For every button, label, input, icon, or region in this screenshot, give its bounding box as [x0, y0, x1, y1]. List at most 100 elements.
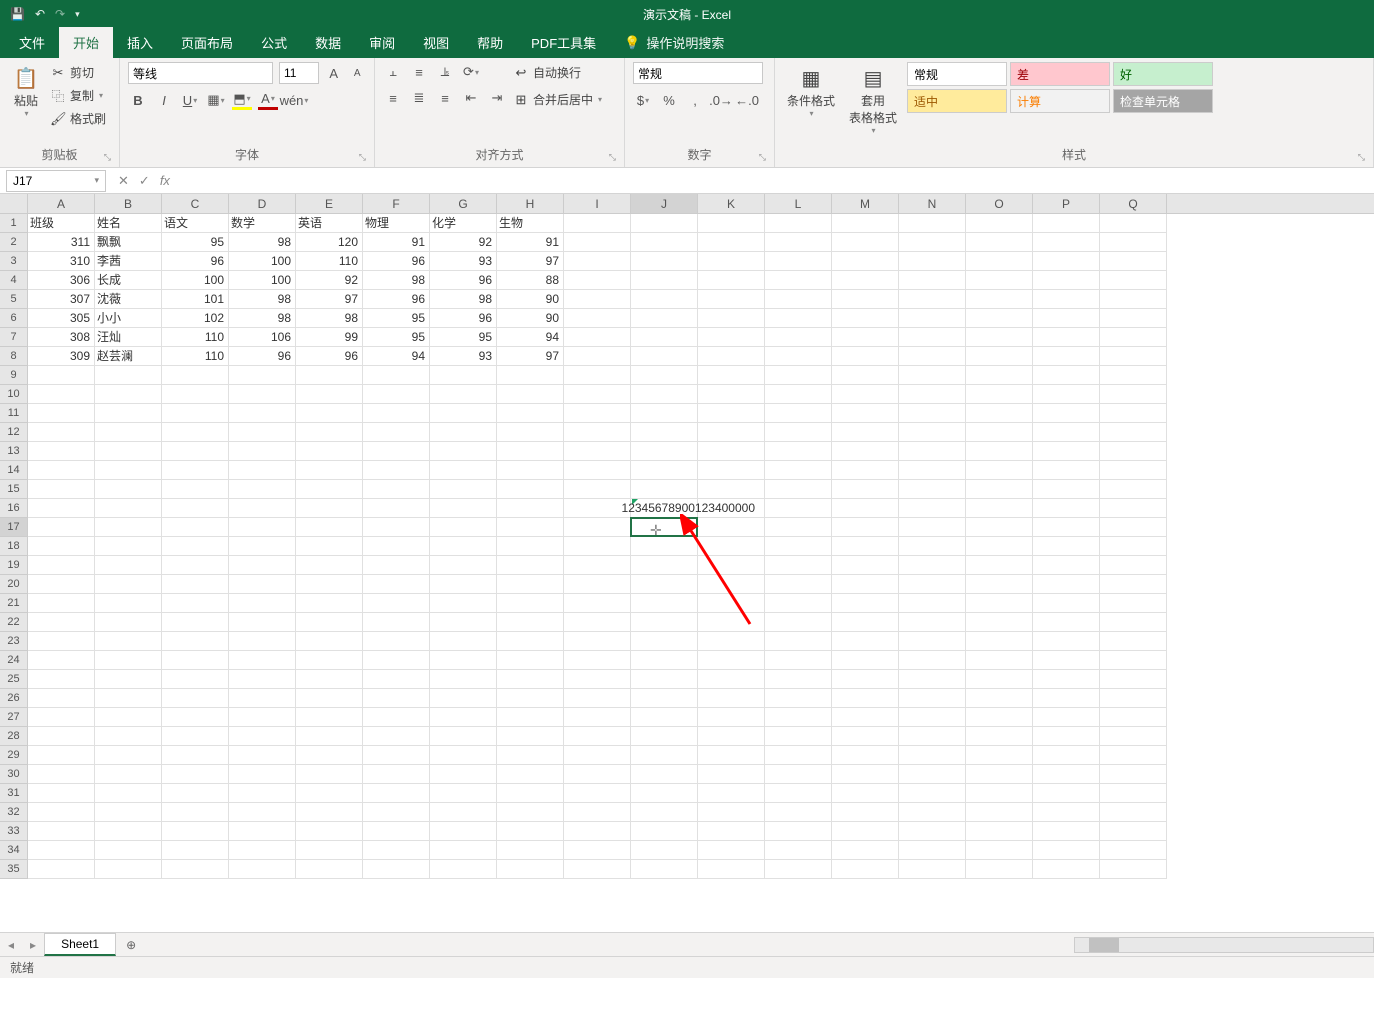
cell[interactable] — [95, 822, 162, 841]
cell[interactable] — [966, 651, 1033, 670]
cell[interactable] — [698, 689, 765, 708]
cell[interactable] — [899, 556, 966, 575]
cell[interactable] — [162, 366, 229, 385]
cell[interactable] — [966, 575, 1033, 594]
cell[interactable] — [296, 537, 363, 556]
cell[interactable]: 309 — [28, 347, 95, 366]
cell[interactable] — [95, 841, 162, 860]
cell[interactable]: 110 — [162, 328, 229, 347]
cell[interactable] — [430, 575, 497, 594]
cell[interactable] — [832, 784, 899, 803]
save-icon[interactable]: 💾 — [10, 7, 25, 21]
cell[interactable] — [296, 860, 363, 879]
cell[interactable] — [966, 518, 1033, 537]
cell[interactable] — [899, 860, 966, 879]
cell[interactable] — [497, 480, 564, 499]
col-header-m[interactable]: M — [832, 194, 899, 213]
cell[interactable] — [95, 727, 162, 746]
cell[interactable] — [899, 632, 966, 651]
cell[interactable] — [1100, 822, 1167, 841]
cell[interactable] — [765, 841, 832, 860]
cell[interactable]: 96 — [430, 271, 497, 290]
cell[interactable]: 120 — [296, 233, 363, 252]
cell[interactable] — [564, 632, 631, 651]
cell[interactable] — [1100, 594, 1167, 613]
cell[interactable] — [1033, 556, 1100, 575]
row-header-19[interactable]: 19 — [0, 556, 28, 575]
cell[interactable] — [698, 214, 765, 233]
cell[interactable] — [162, 404, 229, 423]
cell[interactable]: 98 — [430, 290, 497, 309]
currency-icon[interactable]: $▾ — [633, 90, 653, 110]
style-check[interactable]: 检查单元格 — [1113, 89, 1213, 113]
align-center-icon[interactable]: ≣ — [409, 88, 429, 108]
cell[interactable] — [162, 689, 229, 708]
cell[interactable] — [765, 784, 832, 803]
cell[interactable] — [95, 518, 162, 537]
cell[interactable] — [966, 366, 1033, 385]
cell[interactable] — [698, 252, 765, 271]
cell[interactable] — [966, 233, 1033, 252]
row-header-32[interactable]: 32 — [0, 803, 28, 822]
cell[interactable]: 汪灿 — [95, 328, 162, 347]
cell[interactable] — [296, 366, 363, 385]
cell[interactable] — [564, 271, 631, 290]
cell[interactable] — [765, 366, 832, 385]
row-header-1[interactable]: 1 — [0, 214, 28, 233]
cell[interactable] — [1100, 271, 1167, 290]
cell[interactable] — [631, 727, 698, 746]
cell[interactable] — [95, 765, 162, 784]
style-neutral[interactable]: 适中 — [907, 89, 1007, 113]
cell[interactable]: 110 — [296, 252, 363, 271]
cell[interactable] — [899, 670, 966, 689]
cell[interactable] — [95, 404, 162, 423]
cell[interactable] — [631, 594, 698, 613]
col-header-j[interactable]: J — [631, 194, 698, 213]
cell[interactable]: 91 — [497, 233, 564, 252]
font-color-button[interactable]: A▾ — [258, 90, 278, 110]
cell[interactable] — [631, 556, 698, 575]
cell[interactable] — [162, 518, 229, 537]
add-sheet-button[interactable]: ⊕ — [116, 938, 146, 952]
cell[interactable] — [1100, 727, 1167, 746]
cell[interactable]: 沈薇 — [95, 290, 162, 309]
phonetic-button[interactable]: wén▾ — [284, 90, 304, 110]
cell[interactable] — [1033, 252, 1100, 271]
row-header-23[interactable]: 23 — [0, 632, 28, 651]
fx-icon[interactable]: fx — [160, 173, 170, 189]
cell[interactable] — [765, 860, 832, 879]
sheet-nav-prev-icon[interactable]: ◂ — [0, 938, 22, 952]
tab-pdf[interactable]: PDF工具集 — [517, 27, 610, 58]
col-header-f[interactable]: F — [363, 194, 430, 213]
font-name-select[interactable] — [128, 62, 273, 84]
cell[interactable]: 310 — [28, 252, 95, 271]
cell[interactable] — [966, 537, 1033, 556]
cell[interactable] — [229, 404, 296, 423]
cell[interactable] — [296, 461, 363, 480]
orientation-icon[interactable]: ⟳▾ — [461, 62, 481, 82]
cell[interactable] — [765, 423, 832, 442]
cell[interactable] — [229, 518, 296, 537]
border-button[interactable]: ▦▾ — [206, 90, 226, 110]
cell[interactable] — [296, 746, 363, 765]
cell[interactable] — [966, 290, 1033, 309]
cell[interactable] — [698, 404, 765, 423]
cell[interactable] — [631, 841, 698, 860]
cell[interactable] — [832, 594, 899, 613]
tab-layout[interactable]: 页面布局 — [167, 27, 247, 58]
row-header-10[interactable]: 10 — [0, 385, 28, 404]
cell[interactable] — [698, 366, 765, 385]
cell[interactable] — [832, 708, 899, 727]
cell[interactable] — [1100, 233, 1167, 252]
cell[interactable] — [229, 442, 296, 461]
row-header-15[interactable]: 15 — [0, 480, 28, 499]
cell[interactable] — [564, 746, 631, 765]
cell[interactable] — [28, 366, 95, 385]
cell[interactable] — [162, 632, 229, 651]
cell[interactable] — [899, 233, 966, 252]
cell[interactable] — [363, 841, 430, 860]
col-header-d[interactable]: D — [229, 194, 296, 213]
copy-button[interactable]: ⿻复制▾ — [50, 84, 106, 107]
cell[interactable] — [28, 594, 95, 613]
cell[interactable] — [28, 727, 95, 746]
